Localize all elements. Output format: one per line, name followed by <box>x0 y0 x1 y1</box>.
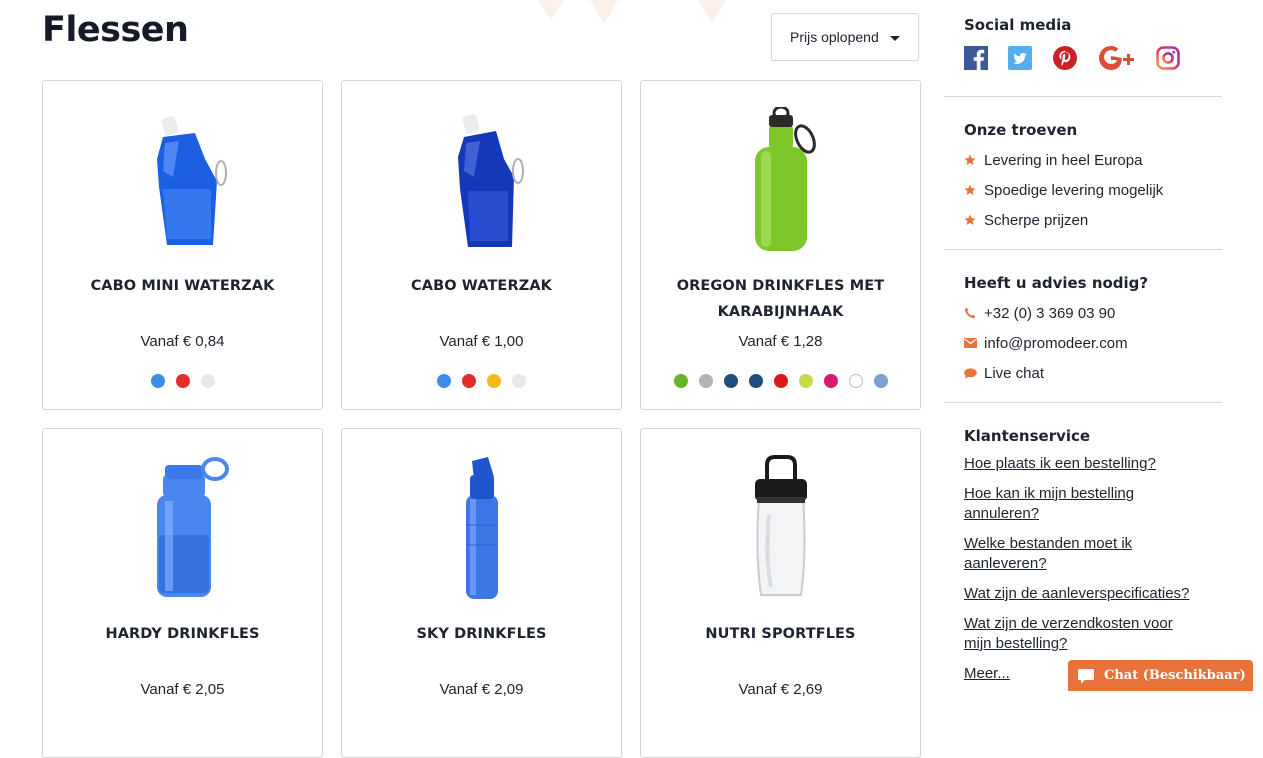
faq-link[interactable]: Wat zijn de verzendkosten voor mijn best… <box>964 614 1204 654</box>
color-swatch[interactable] <box>848 374 863 388</box>
product-price: Vanaf € 0,84 <box>140 333 225 350</box>
live-chat-item[interactable]: Live chat <box>964 358 1202 388</box>
chat-bubble-icon <box>1068 668 1104 684</box>
product-card[interactable]: HARDY DRINKFLES Vanaf € 2,05 <box>42 428 323 758</box>
color-swatches <box>641 374 920 388</box>
color-swatch[interactable] <box>487 374 501 388</box>
sort-label: Prijs oplopend <box>790 29 879 45</box>
faq-link[interactable]: Hoe kan ik mijn bestelling annuleren? <box>964 484 1144 524</box>
color-swatches <box>43 374 322 388</box>
color-swatch[interactable] <box>823 374 838 388</box>
advies-title: Heeft u advies nodig? <box>964 274 1149 292</box>
color-swatch[interactable] <box>512 374 526 388</box>
list-item: Scherpe prijzen <box>964 205 1202 235</box>
color-swatch[interactable] <box>200 374 215 388</box>
color-swatch[interactable] <box>437 374 451 388</box>
product-name[interactable]: HARDY DRINKFLES <box>53 621 312 647</box>
star-icon <box>964 214 984 226</box>
social-media-section: Social media <box>944 0 1222 97</box>
advies-section: Heeft u advies nodig? +32 (0) 3 369 03 9… <box>944 250 1222 403</box>
product-card[interactable]: NUTRI SPORTFLES Vanaf € 2,69 <box>640 428 921 758</box>
product-card[interactable]: OREGON DRINKFLES MET KARABIJNHAAK Vanaf … <box>640 80 921 410</box>
faq-link[interactable]: Wat zijn de aanleverspecificaties? <box>964 584 1202 604</box>
phone-icon <box>964 307 984 319</box>
faq-link[interactable]: Welke bestanden moet ik aanleveren? <box>964 534 1144 574</box>
caret-down-icon <box>890 36 900 41</box>
list-item: Levering in heel Europa <box>964 145 1202 175</box>
product-price: Vanaf € 2,09 <box>439 681 524 698</box>
color-swatch[interactable] <box>150 374 165 388</box>
social-title: Social media <box>964 16 1072 34</box>
color-swatch[interactable] <box>723 374 738 388</box>
color-swatches <box>342 374 621 388</box>
facebook-icon[interactable] <box>964 46 988 75</box>
product-price: Vanaf € 2,69 <box>738 681 823 698</box>
sidebar: Social media Onze troeven Levering in he… <box>944 0 1222 694</box>
product-image[interactable] <box>133 107 233 257</box>
faq-link[interactable]: Hoe plaats ik een bestelling? <box>964 454 1202 474</box>
product-image[interactable] <box>432 455 532 605</box>
troeven-title: Onze troeven <box>964 121 1078 139</box>
product-price: Vanaf € 1,00 <box>439 333 524 350</box>
product-card[interactable]: SKY DRINKFLES Vanaf € 2,09 <box>341 428 622 758</box>
chat-bubble-icon <box>964 367 984 379</box>
instagram-icon[interactable] <box>1156 46 1180 75</box>
pinterest-icon[interactable] <box>1052 45 1078 76</box>
email-item[interactable]: info@promodeer.com <box>964 328 1202 358</box>
social-icons <box>964 45 1202 76</box>
product-image[interactable] <box>731 455 831 605</box>
product-name[interactable]: OREGON DRINKFLES MET KARABIJNHAAK <box>651 273 910 325</box>
sort-dropdown[interactable]: Prijs oplopend <box>771 13 919 61</box>
color-swatch[interactable] <box>673 374 688 388</box>
color-swatch[interactable] <box>798 374 813 388</box>
product-price: Vanaf € 2,05 <box>140 681 225 698</box>
product-card[interactable]: CABO MINI WATERZAK Vanaf € 0,84 <box>42 80 323 410</box>
color-swatch[interactable] <box>462 374 476 388</box>
color-swatch[interactable] <box>873 374 888 388</box>
star-icon <box>964 154 984 166</box>
color-swatch[interactable] <box>175 374 190 388</box>
star-icon <box>964 184 984 196</box>
phone-item[interactable]: +32 (0) 3 369 03 90 <box>964 298 1202 328</box>
product-name[interactable]: SKY DRINKFLES <box>352 621 611 647</box>
product-price: Vanaf € 1,28 <box>738 333 823 350</box>
product-card[interactable]: CABO WATERZAK Vanaf € 1,00 <box>341 80 622 410</box>
troeven-section: Onze troeven Levering in heel Europa Spo… <box>944 97 1222 250</box>
product-name[interactable]: CABO WATERZAK <box>352 273 611 299</box>
chat-widget-label: Chat (Beschikbaar) <box>1104 668 1246 683</box>
product-grid: CABO MINI WATERZAK Vanaf € 0,84 CABO WAT… <box>42 80 921 758</box>
decorative-triangles <box>538 0 726 24</box>
twitter-icon[interactable] <box>1008 46 1032 75</box>
product-name[interactable]: NUTRI SPORTFLES <box>651 621 910 647</box>
chat-widget-button[interactable]: Chat (Beschikbaar) <box>1068 660 1253 691</box>
list-item: Spoedige levering mogelijk <box>964 175 1202 205</box>
color-swatch[interactable] <box>698 374 713 388</box>
klantenservice-section: Klantenservice Hoe plaats ik een bestell… <box>944 403 1222 684</box>
color-swatch[interactable] <box>773 374 788 388</box>
color-swatch[interactable] <box>748 374 763 388</box>
klantenservice-title: Klantenservice <box>964 427 1091 445</box>
page-title: Flessen <box>42 10 189 50</box>
envelope-icon <box>964 338 984 348</box>
google-plus-icon[interactable] <box>1098 45 1136 76</box>
product-image[interactable] <box>731 107 831 257</box>
product-image[interactable] <box>432 107 532 257</box>
product-image[interactable] <box>133 455 233 605</box>
product-name[interactable]: CABO MINI WATERZAK <box>53 273 312 299</box>
